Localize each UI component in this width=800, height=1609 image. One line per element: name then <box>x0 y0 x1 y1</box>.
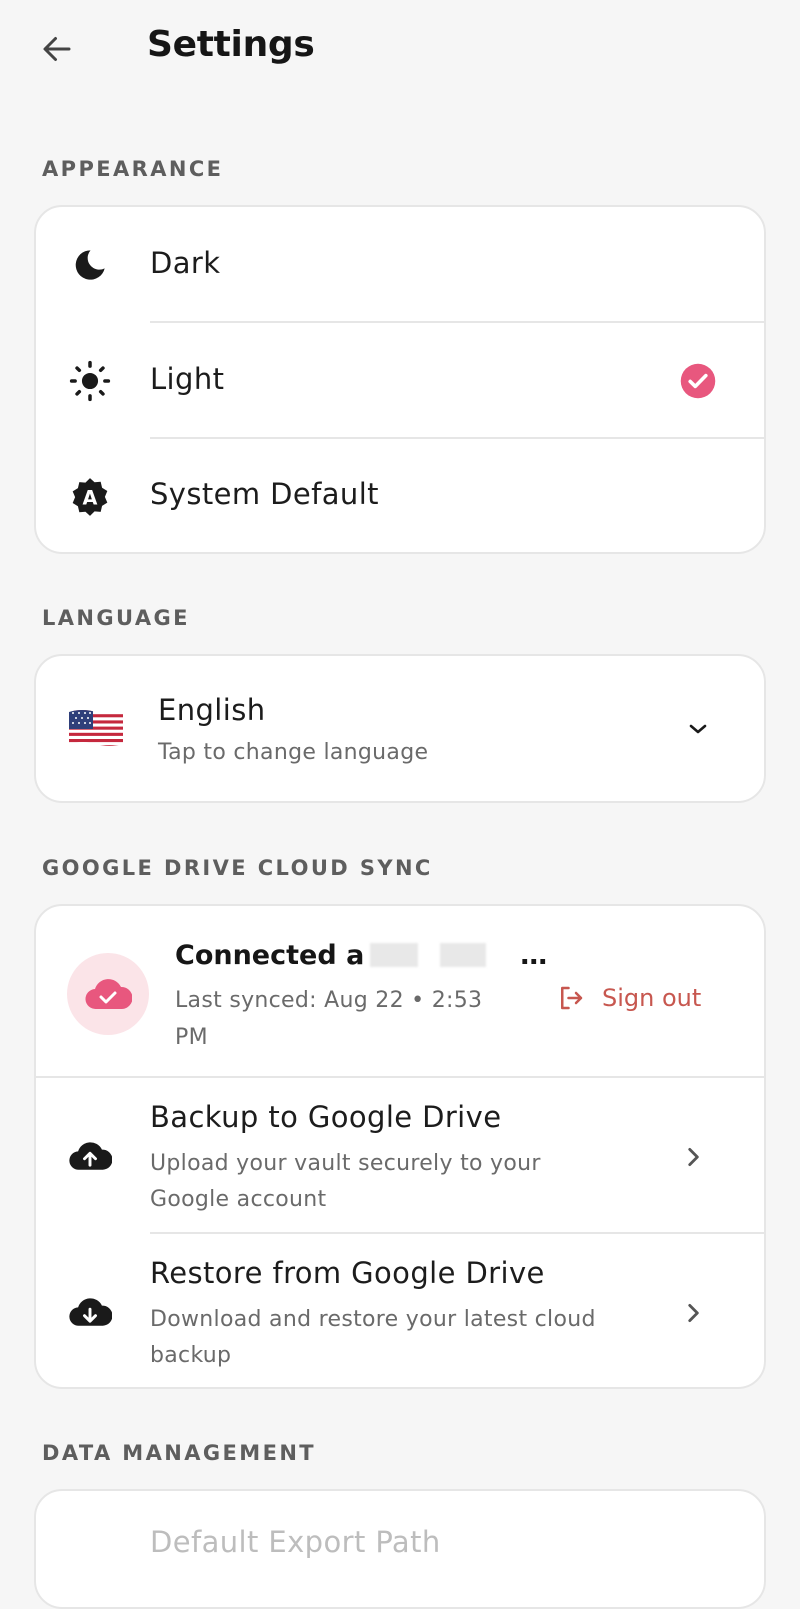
page-title: Settings <box>147 24 315 65</box>
section-label-cloud-sync: GOOGLE DRIVE CLOUD SYNC <box>42 856 433 880</box>
sync-connected-status: Connected a … <box>175 940 547 971</box>
redacted-email <box>440 943 487 967</box>
arrow-left-icon <box>43 37 71 61</box>
restore-from-drive-item[interactable]: Restore from Google Drive Download and r… <box>36 1234 764 1387</box>
status-suffix: … <box>520 940 548 971</box>
back-button[interactable] <box>34 26 80 72</box>
appearance-card: Dark Light A System Default <box>34 205 766 554</box>
last-synced-text: Last synced: Aug 22 • 2:53 PM <box>175 988 483 1050</box>
action-subtitle: Download and restore your latest cloud b… <box>150 1307 596 1368</box>
status-prefix: Connected a <box>175 940 365 971</box>
action-title: Backup to Google Drive <box>150 1100 502 1134</box>
us-flag-icon <box>69 708 123 752</box>
theme-option-light[interactable]: Light <box>36 323 764 439</box>
check-circle-icon <box>680 363 716 403</box>
app-bar: Settings <box>0 0 800 100</box>
sign-out-button[interactable]: Sign out <box>556 978 701 1018</box>
backup-to-drive-item[interactable]: Backup to Google Drive Upload your vault… <box>36 1078 764 1234</box>
logout-icon <box>561 986 583 1010</box>
cloud-check-icon <box>67 953 149 1035</box>
default-export-path-item[interactable]: Default Export Path <box>150 1525 441 1559</box>
chevron-right-icon <box>678 1142 708 1172</box>
cloud-upload-icon <box>68 1134 112 1178</box>
section-label-language: LANGUAGE <box>42 606 190 630</box>
sign-out-label: Sign out <box>602 984 702 1012</box>
theme-option-label: System Default <box>150 477 379 511</box>
action-title: Restore from Google Drive <box>150 1256 545 1290</box>
language-hint: Tap to change language <box>158 740 429 765</box>
data-management-card: Default Export Path <box>34 1489 766 1609</box>
sun-icon <box>68 359 112 403</box>
redacted-email <box>370 943 419 967</box>
cloud-download-icon <box>68 1290 112 1334</box>
svg-text:A: A <box>83 487 98 510</box>
auto-theme-icon: A <box>68 475 112 519</box>
action-subtitle: Upload your vault securely to your Googl… <box>150 1151 541 1212</box>
theme-option-dark[interactable]: Dark <box>36 207 764 323</box>
section-label-data-management: DATA MANAGEMENT <box>42 1441 317 1465</box>
chevron-right-icon <box>678 1298 708 1328</box>
chevron-down-icon <box>683 714 713 744</box>
language-current: English <box>158 693 266 727</box>
theme-option-label: Dark <box>150 246 221 280</box>
theme-option-label: Light <box>150 362 225 396</box>
moon-icon <box>68 243 112 287</box>
cloud-sync-card: Connected a … Last synced: Aug 22 • 2:53 … <box>34 904 766 1389</box>
section-label-appearance: APPEARANCE <box>42 157 224 181</box>
sync-status-row: Connected a … Last synced: Aug 22 • 2:53 … <box>36 906 764 1078</box>
language-selector[interactable]: English Tap to change language <box>34 654 766 803</box>
theme-option-system[interactable]: A System Default <box>36 439 764 552</box>
